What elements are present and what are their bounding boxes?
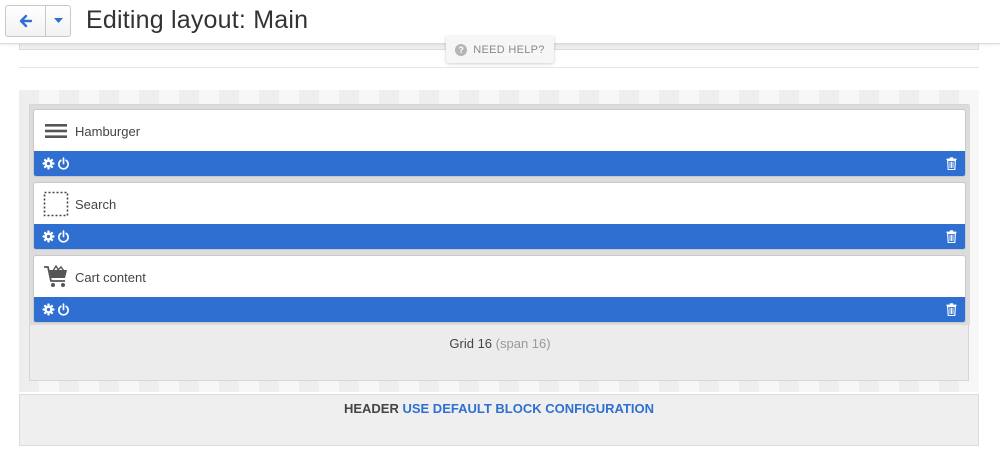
section-label-row: HEADER USE DEFAULT BLOCK CONFIGURATION	[20, 401, 978, 416]
need-help-label: NEED HELP?	[473, 43, 545, 56]
block-name: Cart content	[75, 269, 146, 285]
use-default-config-link[interactable]: USE DEFAULT BLOCK CONFIGURATION	[402, 401, 654, 416]
block-name: Search	[75, 196, 117, 212]
trash-icon[interactable]	[944, 302, 958, 316]
block-name: Hamburger	[75, 123, 141, 139]
back-button-group	[5, 5, 71, 37]
section-name: HEADER	[343, 401, 399, 416]
block-toolbar	[34, 151, 965, 176]
block-toolbar	[34, 224, 965, 249]
block-list: Hamburger Search Cart content	[30, 105, 970, 325]
block-search[interactable]: Search	[33, 182, 966, 250]
need-help-button[interactable]: ? NEED HELP?	[446, 36, 554, 63]
trash-icon[interactable]	[944, 229, 958, 243]
arrow-left-icon	[19, 14, 32, 28]
header-section: HEADER USE DEFAULT BLOCK CONFIGURATION	[19, 394, 979, 446]
gear-icon[interactable]	[41, 303, 55, 317]
block-cart-content[interactable]: Cart content	[33, 255, 966, 323]
grid-name: Grid 16	[449, 336, 493, 351]
block-hamburger[interactable]: Hamburger	[33, 109, 966, 177]
gear-icon[interactable]	[41, 157, 55, 171]
page-title: Editing layout: Main	[86, 6, 309, 34]
trash-icon[interactable]	[944, 156, 958, 170]
grid-label: Grid 16 (span 16)	[30, 336, 970, 351]
gear-icon[interactable]	[41, 230, 55, 244]
caret-down-icon	[53, 18, 63, 23]
question-circle-icon: ?	[455, 43, 468, 56]
block-toolbar	[34, 297, 965, 322]
back-button[interactable]	[6, 6, 46, 36]
power-icon[interactable]	[56, 157, 70, 171]
divider	[19, 67, 979, 68]
grid-span: (span 16)	[495, 336, 551, 351]
hamburger-icon	[43, 118, 69, 144]
dotted-square-icon	[43, 191, 69, 217]
layout-container: Hamburger Search Cart content Grid 16 (s…	[19, 90, 979, 392]
back-dropdown-toggle[interactable]	[46, 6, 70, 36]
shopping-cart-icon	[43, 264, 69, 290]
power-icon[interactable]	[56, 303, 70, 317]
grid-16: Hamburger Search Cart content Grid 16 (s…	[29, 104, 970, 381]
power-icon[interactable]	[56, 230, 70, 244]
